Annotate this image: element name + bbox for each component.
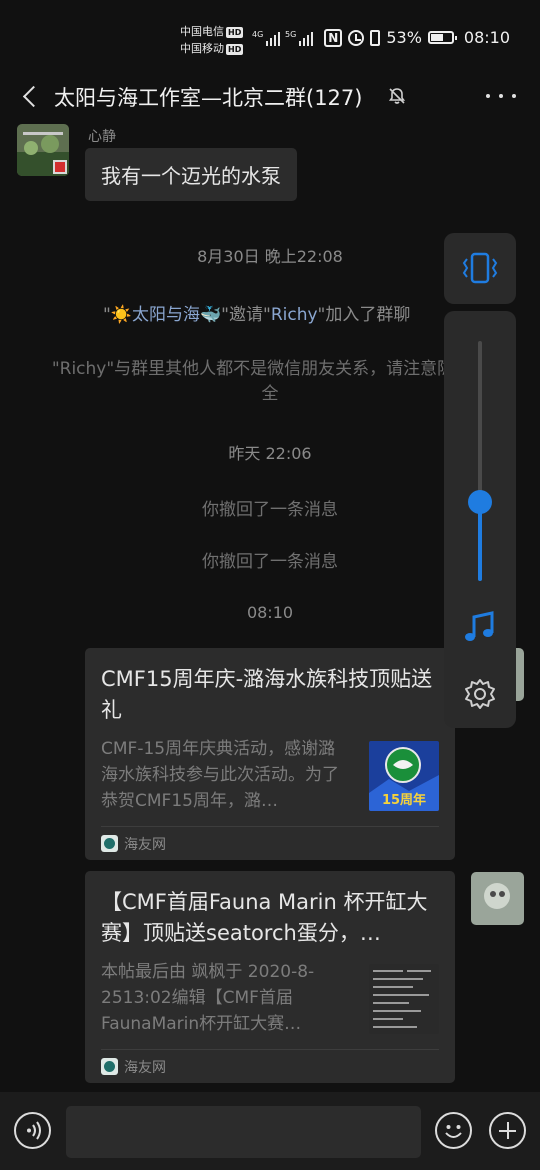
privacy-notice: "Richy"与群里其他人都不是微信朋友关系，请注意隐私安全 xyxy=(51,359,489,404)
message-bubble[interactable]: 我有一个迈光的水泵 xyxy=(85,148,297,201)
source-logo-icon xyxy=(101,1058,118,1075)
carrier-1: 中国电信 xyxy=(180,25,224,38)
status-icons: N 53% 08:10 xyxy=(324,28,510,47)
sender-name: 心静 xyxy=(88,129,116,145)
invitee-link[interactable]: Richy xyxy=(271,305,318,325)
hd-badge-2: HD xyxy=(226,43,244,55)
invite-quote-open: " xyxy=(103,305,111,325)
invite-mid-text: "邀请" xyxy=(221,305,271,325)
status-bar: 中国电信 HD 中国移动 HD 4G 5G N 53% 08:10 xyxy=(0,0,540,70)
card-source: 海友网 xyxy=(101,826,439,860)
network-4g-label: 4G xyxy=(252,30,264,39)
emoji-icon[interactable] xyxy=(435,1112,472,1149)
card-source: 海友网 xyxy=(101,1049,439,1083)
vibrate-status-icon xyxy=(370,29,381,46)
music-note-icon[interactable] xyxy=(462,609,498,645)
card-title: CMF15周年庆-潞海水族科技顶贴送礼 xyxy=(101,667,433,722)
card-thumbnail xyxy=(369,964,439,1034)
avatar-xinjing[interactable] xyxy=(17,124,69,176)
chat-title[interactable]: 太阳与海工作室—北京二群(127) xyxy=(54,82,362,112)
volume-slider-knob[interactable] xyxy=(468,490,492,514)
chat-header: 太阳与海工作室—北京二群(127) xyxy=(0,70,540,124)
vibrate-icon xyxy=(462,252,498,284)
more-dots-icon[interactable] xyxy=(486,84,516,108)
link-card[interactable]: 【CMF首届Fauna Marin 杯开缸大赛】顶贴送seatorch蛋分，… … xyxy=(85,871,455,1083)
avatar-self[interactable] xyxy=(471,872,524,925)
input-bar xyxy=(0,1092,540,1170)
card-thumbnail: 15周年 xyxy=(369,741,439,811)
source-name: 海友网 xyxy=(124,1059,166,1076)
card-description: 本帖最后由 飒枫于 2020-8-2513:02编辑【CMF首届FaunaMar… xyxy=(101,962,315,1034)
carrier-2: 中国移动 xyxy=(180,42,224,55)
source-name: 海友网 xyxy=(124,836,166,853)
whale-emoji-icon: 🐳 xyxy=(200,305,222,325)
inviter-link[interactable]: 太阳与海 xyxy=(132,305,200,325)
gear-icon[interactable] xyxy=(464,678,496,710)
back-arrow-icon[interactable] xyxy=(18,82,46,110)
voice-icon[interactable] xyxy=(14,1112,51,1149)
plus-icon[interactable] xyxy=(489,1112,526,1149)
volume-panel xyxy=(444,311,516,728)
invite-end-text: "加入了群聊 xyxy=(317,305,411,325)
sun-emoji-icon: ☀️ xyxy=(110,305,132,325)
signal-5g-icon: 5G xyxy=(285,30,314,46)
network-5g-label: 5G xyxy=(285,30,297,39)
volume-track[interactable] xyxy=(478,341,482,581)
alarm-icon xyxy=(348,29,365,46)
source-logo-icon xyxy=(101,835,118,852)
mute-bell-icon xyxy=(388,88,406,104)
hd-badge-1: HD xyxy=(226,26,244,38)
ringer-mode-button[interactable] xyxy=(444,233,516,304)
card-title: 【CMF首届Fauna Marin 杯开缸大赛】顶贴送seatorch蛋分，… xyxy=(101,890,428,945)
battery-percent: 53% xyxy=(386,28,422,47)
clock: 08:10 xyxy=(463,28,510,47)
nfc-icon: N xyxy=(324,28,343,47)
invite-system-message: "☀️太阳与海🐳"邀请"Richy"加入了群聊 xyxy=(103,300,410,325)
link-card[interactable]: CMF15周年庆-潞海水族科技顶贴送礼 CMF-15周年庆典活动，感谢潞海水族科… xyxy=(85,648,455,860)
carrier-info: 中国电信 HD 中国移动 HD xyxy=(180,23,244,57)
card-description: CMF-15周年庆典活动，感谢潞海水族科技参与此次活动。为了恭贺CMF15周年，… xyxy=(101,739,339,811)
signal-4g-icon: 4G xyxy=(252,30,281,46)
thumb-text: 15周年 xyxy=(382,792,426,808)
battery-fill xyxy=(430,34,443,41)
battery-icon xyxy=(427,31,457,44)
message-input[interactable] xyxy=(66,1106,421,1158)
